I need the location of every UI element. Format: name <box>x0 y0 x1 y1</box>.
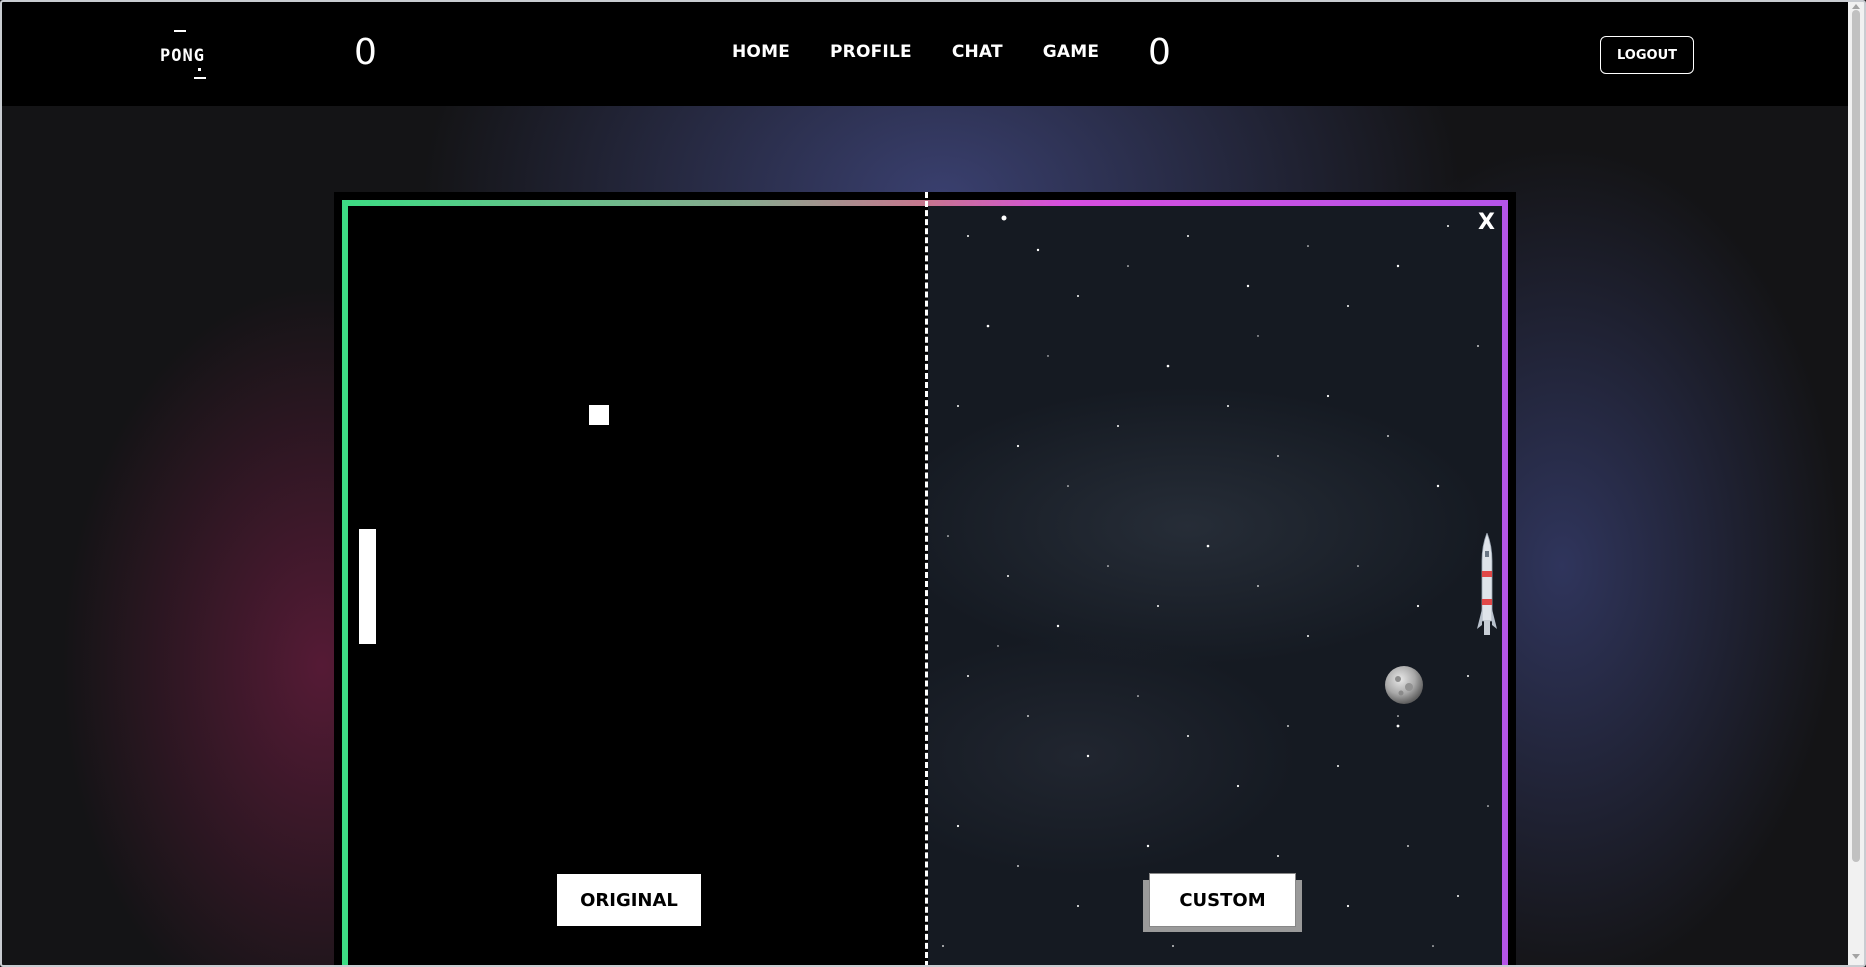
top-navbar: PONG HOME PROFILE CHAT GAME LOGOUT <box>2 2 1848 106</box>
starfield <box>942 215 1489 947</box>
logo-ball-mark <box>198 68 201 71</box>
nav-home[interactable]: HOME <box>732 42 790 62</box>
pong-logo[interactable]: PONG <box>160 28 216 84</box>
score-right: 0 <box>1148 32 1171 73</box>
left-paddle <box>359 529 376 644</box>
score-left: 0 <box>354 32 377 73</box>
page-scrollbar[interactable] <box>1848 2 1864 965</box>
game-board <box>334 192 1516 967</box>
scroll-down-arrow-icon[interactable] <box>1852 954 1860 959</box>
main-nav: HOME PROFILE CHAT GAME <box>732 42 1099 62</box>
close-icon[interactable]: X <box>1478 210 1495 235</box>
nav-chat[interactable]: CHAT <box>952 42 1003 62</box>
moon-icon <box>1384 665 1424 709</box>
center-net <box>925 192 928 967</box>
custom-mode-button[interactable]: CUSTOM <box>1150 874 1295 926</box>
scroll-thumb[interactable] <box>1852 10 1860 862</box>
logout-button[interactable]: LOGOUT <box>1600 36 1694 74</box>
logo-paddle-mark <box>194 77 206 79</box>
original-mode-panel[interactable] <box>348 206 928 967</box>
board-border-left <box>342 200 348 967</box>
logo-text: PONG <box>160 46 205 66</box>
original-mode-button[interactable]: ORIGINAL <box>557 874 701 926</box>
nav-profile[interactable]: PROFILE <box>830 42 912 62</box>
scroll-up-arrow-icon[interactable] <box>1852 4 1860 9</box>
rocket-paddle-icon <box>1476 531 1498 645</box>
logo-paddle-mark <box>174 30 186 32</box>
board-border-right <box>1502 200 1508 967</box>
custom-mode-panel[interactable] <box>928 206 1502 967</box>
ball <box>589 405 609 425</box>
nav-game[interactable]: GAME <box>1043 42 1099 62</box>
